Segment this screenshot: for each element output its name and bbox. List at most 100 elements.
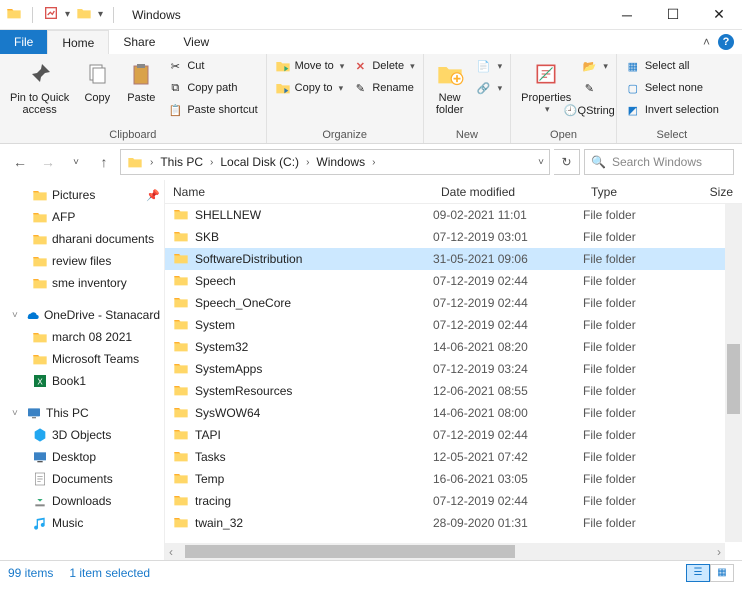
tree-item[interactable]: ˅ OneDrive - Stanacard: [0, 304, 164, 326]
file-row[interactable]: Temp16-06-2021 03:05File folder: [165, 468, 742, 490]
vertical-scrollbar[interactable]: [725, 204, 742, 542]
tree-item[interactable]: ˅This PC: [0, 402, 164, 424]
file-row[interactable]: tracing07-12-2019 02:44File folder: [165, 490, 742, 512]
history-button[interactable]: 🕘QString: [577, 100, 612, 120]
tree-item[interactable]: review files: [0, 250, 164, 272]
file-row[interactable]: SysWOW6414-06-2021 08:00File folder: [165, 402, 742, 424]
expand-icon[interactable]: ˅: [12, 310, 20, 321]
breadcrumb-item[interactable]: This PC: [156, 155, 207, 169]
tree-item-label: review files: [52, 254, 111, 268]
expand-icon[interactable]: ˅: [12, 408, 22, 419]
chevron-right-icon[interactable]: ›: [369, 157, 378, 168]
qat-dropdown-icon[interactable]: ▾: [98, 9, 103, 20]
recent-dropdown[interactable]: ˅: [64, 150, 88, 174]
tree-item[interactable]: Documents: [0, 468, 164, 490]
breadcrumb-root-icon[interactable]: [123, 154, 147, 170]
delete-button[interactable]: ✕Delete▾: [348, 56, 418, 76]
scrollbar-thumb[interactable]: [727, 344, 740, 414]
tab-share[interactable]: Share: [109, 30, 169, 54]
file-type: File folder: [583, 296, 693, 310]
maximize-button[interactable]: ☐: [650, 0, 696, 30]
tree-item[interactable]: march 08 2021: [0, 326, 164, 348]
ribbon-collapse-icon[interactable]: ˄: [703, 35, 710, 49]
pin-to-quick-access-button[interactable]: Pin to Quick access: [4, 56, 75, 118]
back-button[interactable]: ←: [8, 150, 32, 174]
horizontal-scrollbar[interactable]: ‹ ›: [165, 543, 725, 560]
file-row[interactable]: SystemApps07-12-2019 03:24File folder: [165, 358, 742, 380]
address-dropdown-icon[interactable]: ˅: [535, 157, 547, 168]
tree-item[interactable]: dharani documents: [0, 228, 164, 250]
rename-button[interactable]: ✎Rename: [348, 78, 418, 98]
address-bar[interactable]: › This PC › Local Disk (C:) › Windows › …: [120, 149, 550, 175]
view-large-icons-button[interactable]: ▦: [710, 564, 734, 582]
tree-item[interactable]: AFP: [0, 206, 164, 228]
qat-folder-icon[interactable]: [76, 5, 92, 24]
up-button[interactable]: ↑: [92, 150, 116, 174]
column-type[interactable]: Type: [583, 185, 693, 199]
chevron-right-icon[interactable]: ›: [207, 157, 216, 168]
scrollbar-thumb[interactable]: [185, 545, 515, 558]
file-row[interactable]: Tasks12-05-2021 07:42File folder: [165, 446, 742, 468]
tab-view[interactable]: View: [169, 30, 223, 54]
copy-button[interactable]: Copy: [75, 56, 119, 106]
column-date[interactable]: Date modified: [433, 185, 583, 199]
tree-item[interactable]: 3D Objects: [0, 424, 164, 446]
minimize-button[interactable]: ─: [604, 0, 650, 30]
close-button[interactable]: ✕: [696, 0, 742, 30]
qat-chevron-icon[interactable]: ▾: [65, 9, 70, 20]
column-name[interactable]: Name: [165, 185, 433, 199]
file-row[interactable]: SystemResources12-06-2021 08:55File fold…: [165, 380, 742, 402]
help-icon[interactable]: ?: [718, 34, 734, 50]
paste-button[interactable]: Paste: [119, 56, 163, 106]
tree-item[interactable]: Microsoft Teams: [0, 348, 164, 370]
view-details-button[interactable]: ☰: [686, 564, 710, 582]
select-none-button[interactable]: ▢Select none: [621, 78, 723, 98]
scroll-right-icon[interactable]: ›: [713, 545, 725, 559]
open-button[interactable]: 📂▾: [577, 56, 612, 76]
scroll-left-icon[interactable]: ‹: [165, 545, 177, 559]
file-row[interactable]: Speech_OneCore07-12-2019 02:44File folde…: [165, 292, 742, 314]
new-folder-button[interactable]: New folder: [428, 56, 472, 118]
cut-button[interactable]: ✂Cut: [163, 56, 261, 76]
file-row[interactable]: SHELLNEW09-02-2021 11:01File folder: [165, 204, 742, 226]
column-size[interactable]: Size: [693, 185, 742, 199]
file-date: 12-06-2021 08:55: [433, 384, 583, 398]
file-row[interactable]: twain_3228-09-2020 01:31File folder: [165, 512, 742, 534]
tree-item[interactable]: Pictures📌: [0, 184, 164, 206]
file-row[interactable]: Speech07-12-2019 02:44File folder: [165, 270, 742, 292]
file-rows[interactable]: SHELLNEW09-02-2021 11:01File folderSKB07…: [165, 204, 742, 538]
tree-item[interactable]: Music: [0, 512, 164, 534]
file-row[interactable]: SKB07-12-2019 03:01File folder: [165, 226, 742, 248]
file-row[interactable]: Vss07-12-2019 02:44File folder: [165, 534, 742, 538]
paste-shortcut-button[interactable]: 📋Paste shortcut: [163, 100, 261, 120]
file-type: File folder: [583, 318, 693, 332]
search-box[interactable]: 🔍 Search Windows: [584, 149, 734, 175]
tab-file[interactable]: File: [0, 30, 47, 54]
edit-button[interactable]: ✎: [577, 78, 612, 98]
select-all-button[interactable]: ▦Select all: [621, 56, 723, 76]
chevron-right-icon[interactable]: ›: [303, 157, 312, 168]
forward-button[interactable]: →: [36, 150, 60, 174]
tree-item-label: OneDrive - Stanacard: [44, 308, 160, 322]
tree-item[interactable]: Desktop: [0, 446, 164, 468]
tree-item[interactable]: Downloads: [0, 490, 164, 512]
qat-properties-icon[interactable]: [43, 5, 59, 24]
tree-item[interactable]: XBook1: [0, 370, 164, 392]
file-row[interactable]: System07-12-2019 02:44File folder: [165, 314, 742, 336]
refresh-button[interactable]: ↻: [554, 149, 580, 175]
tab-home[interactable]: Home: [47, 30, 109, 54]
file-row[interactable]: TAPI07-12-2019 02:44File folder: [165, 424, 742, 446]
copy-to-button[interactable]: Copy to▾: [271, 78, 349, 98]
navigation-pane[interactable]: Pictures📌AFPdharani documents review file…: [0, 180, 165, 560]
chevron-right-icon[interactable]: ›: [147, 157, 156, 168]
tree-item[interactable]: sme inventory: [0, 272, 164, 294]
breadcrumb-item[interactable]: Windows: [312, 155, 369, 169]
easy-access-button[interactable]: 🔗▾: [472, 78, 507, 98]
file-row[interactable]: System3214-06-2021 08:20File folder: [165, 336, 742, 358]
new-item-button[interactable]: 📄▾: [472, 56, 507, 76]
breadcrumb-item[interactable]: Local Disk (C:): [216, 155, 303, 169]
move-to-button[interactable]: Move to▾: [271, 56, 349, 76]
copy-path-button[interactable]: ⧉Copy path: [163, 78, 261, 98]
invert-selection-button[interactable]: ◩Invert selection: [621, 100, 723, 120]
file-row[interactable]: SoftwareDistribution31-05-2021 09:06File…: [165, 248, 742, 270]
